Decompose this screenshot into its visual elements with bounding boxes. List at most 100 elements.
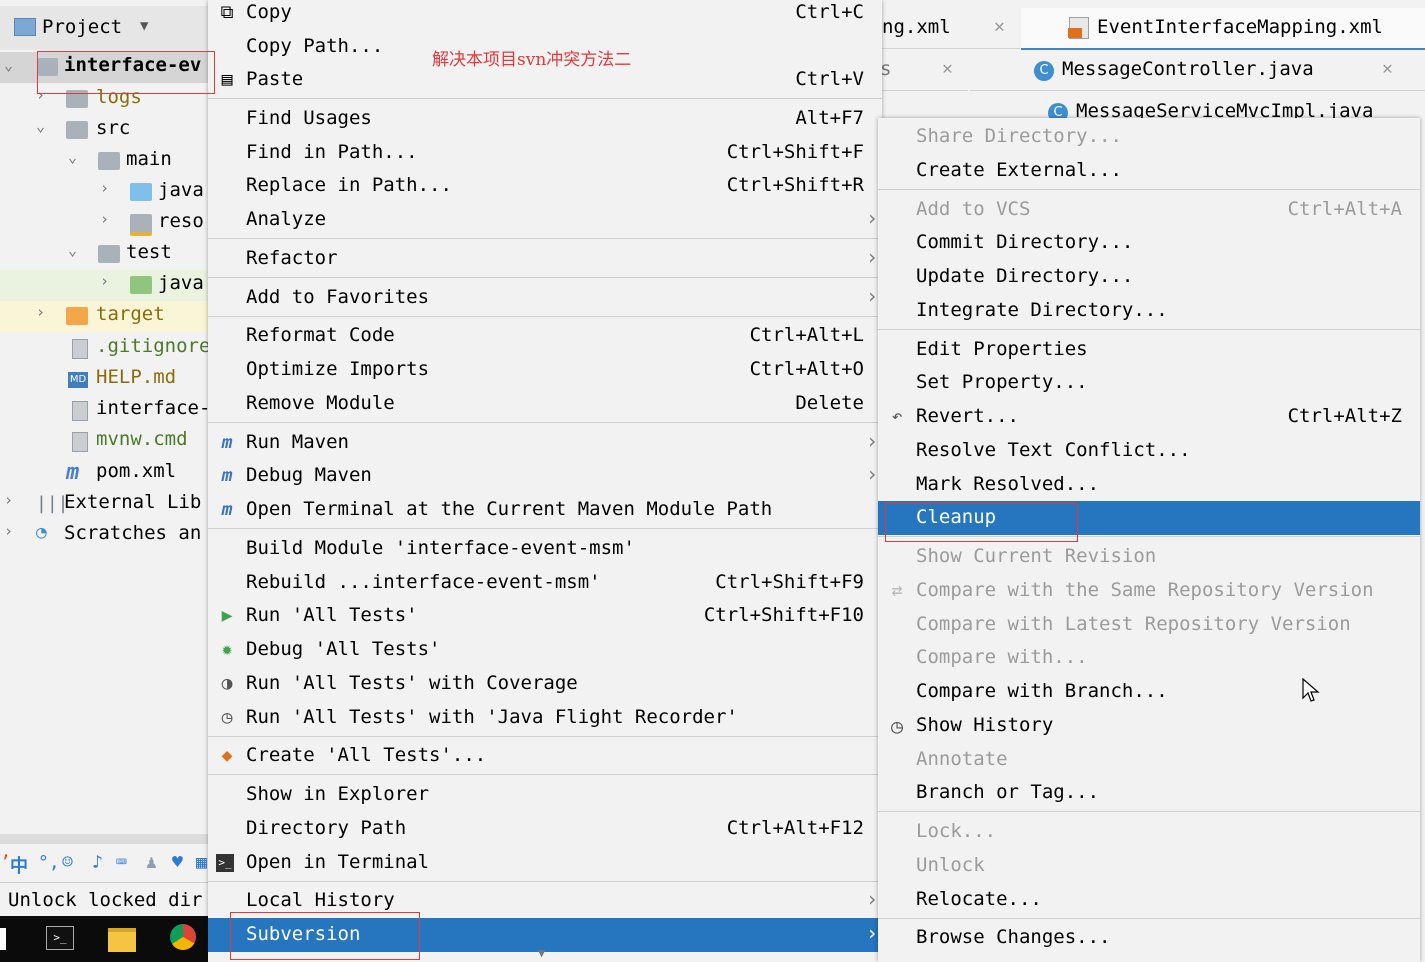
tree-item-external-libs[interactable]: › ||| External Lib (0, 489, 208, 520)
menu-separator (208, 774, 882, 775)
menu-item-label: Show History (916, 714, 1054, 736)
menu-item-compare-same-repo[interactable]: ⇄ Compare with the Same Repository Versi… (878, 574, 1420, 608)
scroll-down-icon[interactable]: ▼ (538, 946, 545, 960)
tab-event-interface-mapping[interactable]: EventInterfaceMapping.xml (1021, 8, 1425, 51)
chevron-right-icon[interactable]: › (100, 179, 116, 197)
menu-item-resolve-text-conflict[interactable]: Resolve Text Conflict... (878, 434, 1420, 468)
menu-item-create-all-tests[interactable]: ◆ Create 'All Tests'... (208, 739, 882, 773)
menu-item-branch-or-tag[interactable]: Branch or Tag... (878, 776, 1420, 810)
emoji-icon[interactable]: ☺ (62, 852, 73, 873)
chevron-right-icon[interactable]: › (4, 491, 20, 509)
menu-item-browse-changes[interactable]: Browse Changes... (878, 921, 1420, 955)
menu-item-refactor[interactable]: Refactor › (208, 242, 882, 276)
menu-item-run-with-jfr[interactable]: ◷ Run 'All Tests' with 'Java Flight Reco… (208, 701, 882, 735)
tree-item-scratches[interactable]: › ◔ Scratches an (0, 520, 208, 551)
tree-item-pom[interactable]: m pom.xml (0, 458, 208, 489)
menu-item-run-with-coverage[interactable]: ◑ Run 'All Tests' with Coverage (208, 667, 882, 701)
chinese-input-icon[interactable]: 中 (10, 852, 28, 878)
menu-item-unlock[interactable]: Unlock (878, 849, 1420, 883)
menu-item-compare-latest-repo[interactable]: Compare with Latest Repository Version (878, 608, 1420, 642)
menu-item-revert[interactable]: ↶ Revert... Ctrl+Alt+Z (878, 400, 1420, 434)
menu-item-directory-path[interactable]: Directory Path Ctrl+Alt+F12 (208, 812, 882, 846)
tree-item-test[interactable]: ⌄ test (0, 239, 208, 270)
tab-message-controller[interactable]: C MessageController.java ✕ (970, 50, 1425, 91)
menu-item-relocate[interactable]: Relocate... (878, 883, 1420, 917)
tree-item-gitignore[interactable]: .gitignore (0, 333, 208, 364)
terminal-app-icon[interactable]: >_ (46, 926, 74, 950)
menu-item-optimize-imports[interactable]: Optimize Imports Ctrl+Alt+O (208, 353, 882, 387)
user-icon[interactable]: ♟ (146, 852, 157, 873)
chevron-down-icon[interactable]: ⌄ (4, 56, 20, 74)
project-title[interactable]: Project (42, 16, 122, 38)
menu-item-debug-maven[interactable]: m Debug Maven › (208, 459, 882, 493)
chevron-down-icon[interactable]: ⌄ (68, 241, 84, 259)
menu-item-debug-all-tests[interactable]: ✹ Debug 'All Tests' (208, 633, 882, 667)
chevron-down-icon[interactable]: ⌄ (68, 148, 84, 166)
punctuation-icon[interactable]: °, (38, 852, 60, 873)
tab-hidden[interactable]: s ✕ (878, 50, 968, 91)
tab-ng-xml[interactable]: ng.xml ✕ (878, 8, 1020, 49)
menu-item-copy[interactable]: ⧉ Copy Ctrl+C (208, 0, 882, 30)
file-explorer-icon[interactable] (108, 928, 136, 952)
menu-item-compare-with-branch[interactable]: Compare with Branch... (878, 675, 1420, 709)
grid-icon[interactable]: ▦ (196, 852, 207, 873)
keyboard-icon[interactable]: ⌨ (116, 852, 127, 873)
skin-icon[interactable]: ♥ (172, 852, 183, 873)
menu-item-update-directory[interactable]: Update Directory... (878, 260, 1420, 294)
menu-item-add-to-favorites[interactable]: Add to Favorites › (208, 281, 882, 315)
menu-item-lock[interactable]: Lock... (878, 815, 1420, 849)
chevron-right-icon[interactable]: › (36, 303, 52, 321)
menu-item-open-terminal-maven[interactable]: m Open Terminal at the Current Maven Mod… (208, 493, 882, 527)
menu-item-rebuild-module[interactable]: Rebuild ...interface-event-msm' Ctrl+Shi… (208, 566, 882, 600)
tree-item-help[interactable]: MD HELP.md (0, 364, 208, 395)
menu-item-run-maven[interactable]: m Run Maven › (208, 426, 882, 460)
menu-item-mark-resolved[interactable]: Mark Resolved... (878, 468, 1420, 502)
menu-item-label: Mark Resolved... (916, 473, 1100, 495)
menu-item-compare-with[interactable]: Compare with... (878, 641, 1420, 675)
menu-item-reformat-code[interactable]: Reformat Code Ctrl+Alt+L (208, 319, 882, 353)
menu-item-show-current-revision[interactable]: Show Current Revision (878, 540, 1420, 574)
tree-item-resources[interactable]: › reso (0, 208, 208, 239)
tree-item-main[interactable]: ⌄ main (0, 146, 208, 177)
menu-item-create-external[interactable]: Create External... (878, 154, 1420, 188)
close-icon[interactable]: ✕ (942, 58, 953, 79)
menu-item-show-history[interactable]: ◷ Show History (878, 709, 1420, 743)
close-icon[interactable]: ✕ (994, 16, 1005, 37)
menu-item-set-property[interactable]: Set Property... (878, 366, 1420, 400)
tree-item-target[interactable]: › target (0, 301, 208, 332)
menu-item-find-usages[interactable]: Find Usages Alt+F7 (208, 102, 882, 136)
chrome-icon[interactable] (170, 924, 196, 950)
menu-item-build-module[interactable]: Build Module 'interface-event-msm' (208, 532, 882, 566)
menu-item-edit-properties[interactable]: Edit Properties (878, 333, 1420, 367)
tree-item-label: HELP.md (96, 366, 177, 388)
menu-item-find-in-path[interactable]: Find in Path... Ctrl+Shift+F (208, 136, 882, 170)
chevron-down-icon[interactable]: ⌄ (36, 117, 52, 135)
menu-item-open-in-terminal[interactable]: >_ Open in Terminal (208, 846, 882, 880)
tree-item-java-main[interactable]: › java (0, 177, 208, 208)
menu-item-integrate-directory[interactable]: Integrate Directory... (878, 294, 1420, 328)
menu-item-show-in-explorer[interactable]: Show in Explorer (208, 778, 882, 812)
menu-item-run-all-tests[interactable]: ▶ Run 'All Tests' Ctrl+Shift+F10 (208, 599, 882, 633)
tree-item-mvnw[interactable]: interface- (0, 395, 208, 426)
microphone-icon[interactable]: ♪ (92, 852, 103, 873)
close-icon[interactable]: ✕ (1382, 58, 1393, 79)
chevron-down-icon[interactable]: ▼ (140, 18, 148, 34)
chevron-right-icon[interactable]: › (100, 272, 116, 290)
tree-item-src[interactable]: ⌄ src (0, 115, 208, 146)
menu-item-add-to-vcs[interactable]: Add to VCS Ctrl+Alt+A (878, 193, 1420, 227)
tree-item-mvnw-cmd[interactable]: mvnw.cmd (0, 426, 208, 457)
horizontal-scrollbar[interactable] (0, 834, 208, 844)
context-menu: ⧉ Copy Ctrl+C Copy Path... ▤ Paste Ctrl+… (208, 0, 882, 962)
taskbar: >_ (0, 916, 208, 962)
tree-item-java-test[interactable]: › java (0, 270, 208, 301)
chevron-right-icon[interactable]: › (4, 522, 20, 540)
chevron-right-icon[interactable]: › (100, 210, 116, 228)
menu-item-replace-in-path[interactable]: Replace in Path... Ctrl+Shift+R (208, 169, 882, 203)
menu-item-label: Copy Path... (246, 35, 384, 57)
menu-item-annotate[interactable]: Annotate (878, 743, 1420, 777)
menu-item-commit-directory[interactable]: Commit Directory... (878, 226, 1420, 260)
menu-item-analyze[interactable]: Analyze › (208, 203, 882, 237)
tab-message-service[interactable]: C MessageServiceMvcImpl.java (878, 92, 1425, 118)
menu-item-remove-module[interactable]: Remove Module Delete (208, 387, 882, 421)
menu-item-share-directory[interactable]: Share Directory... (878, 120, 1420, 154)
